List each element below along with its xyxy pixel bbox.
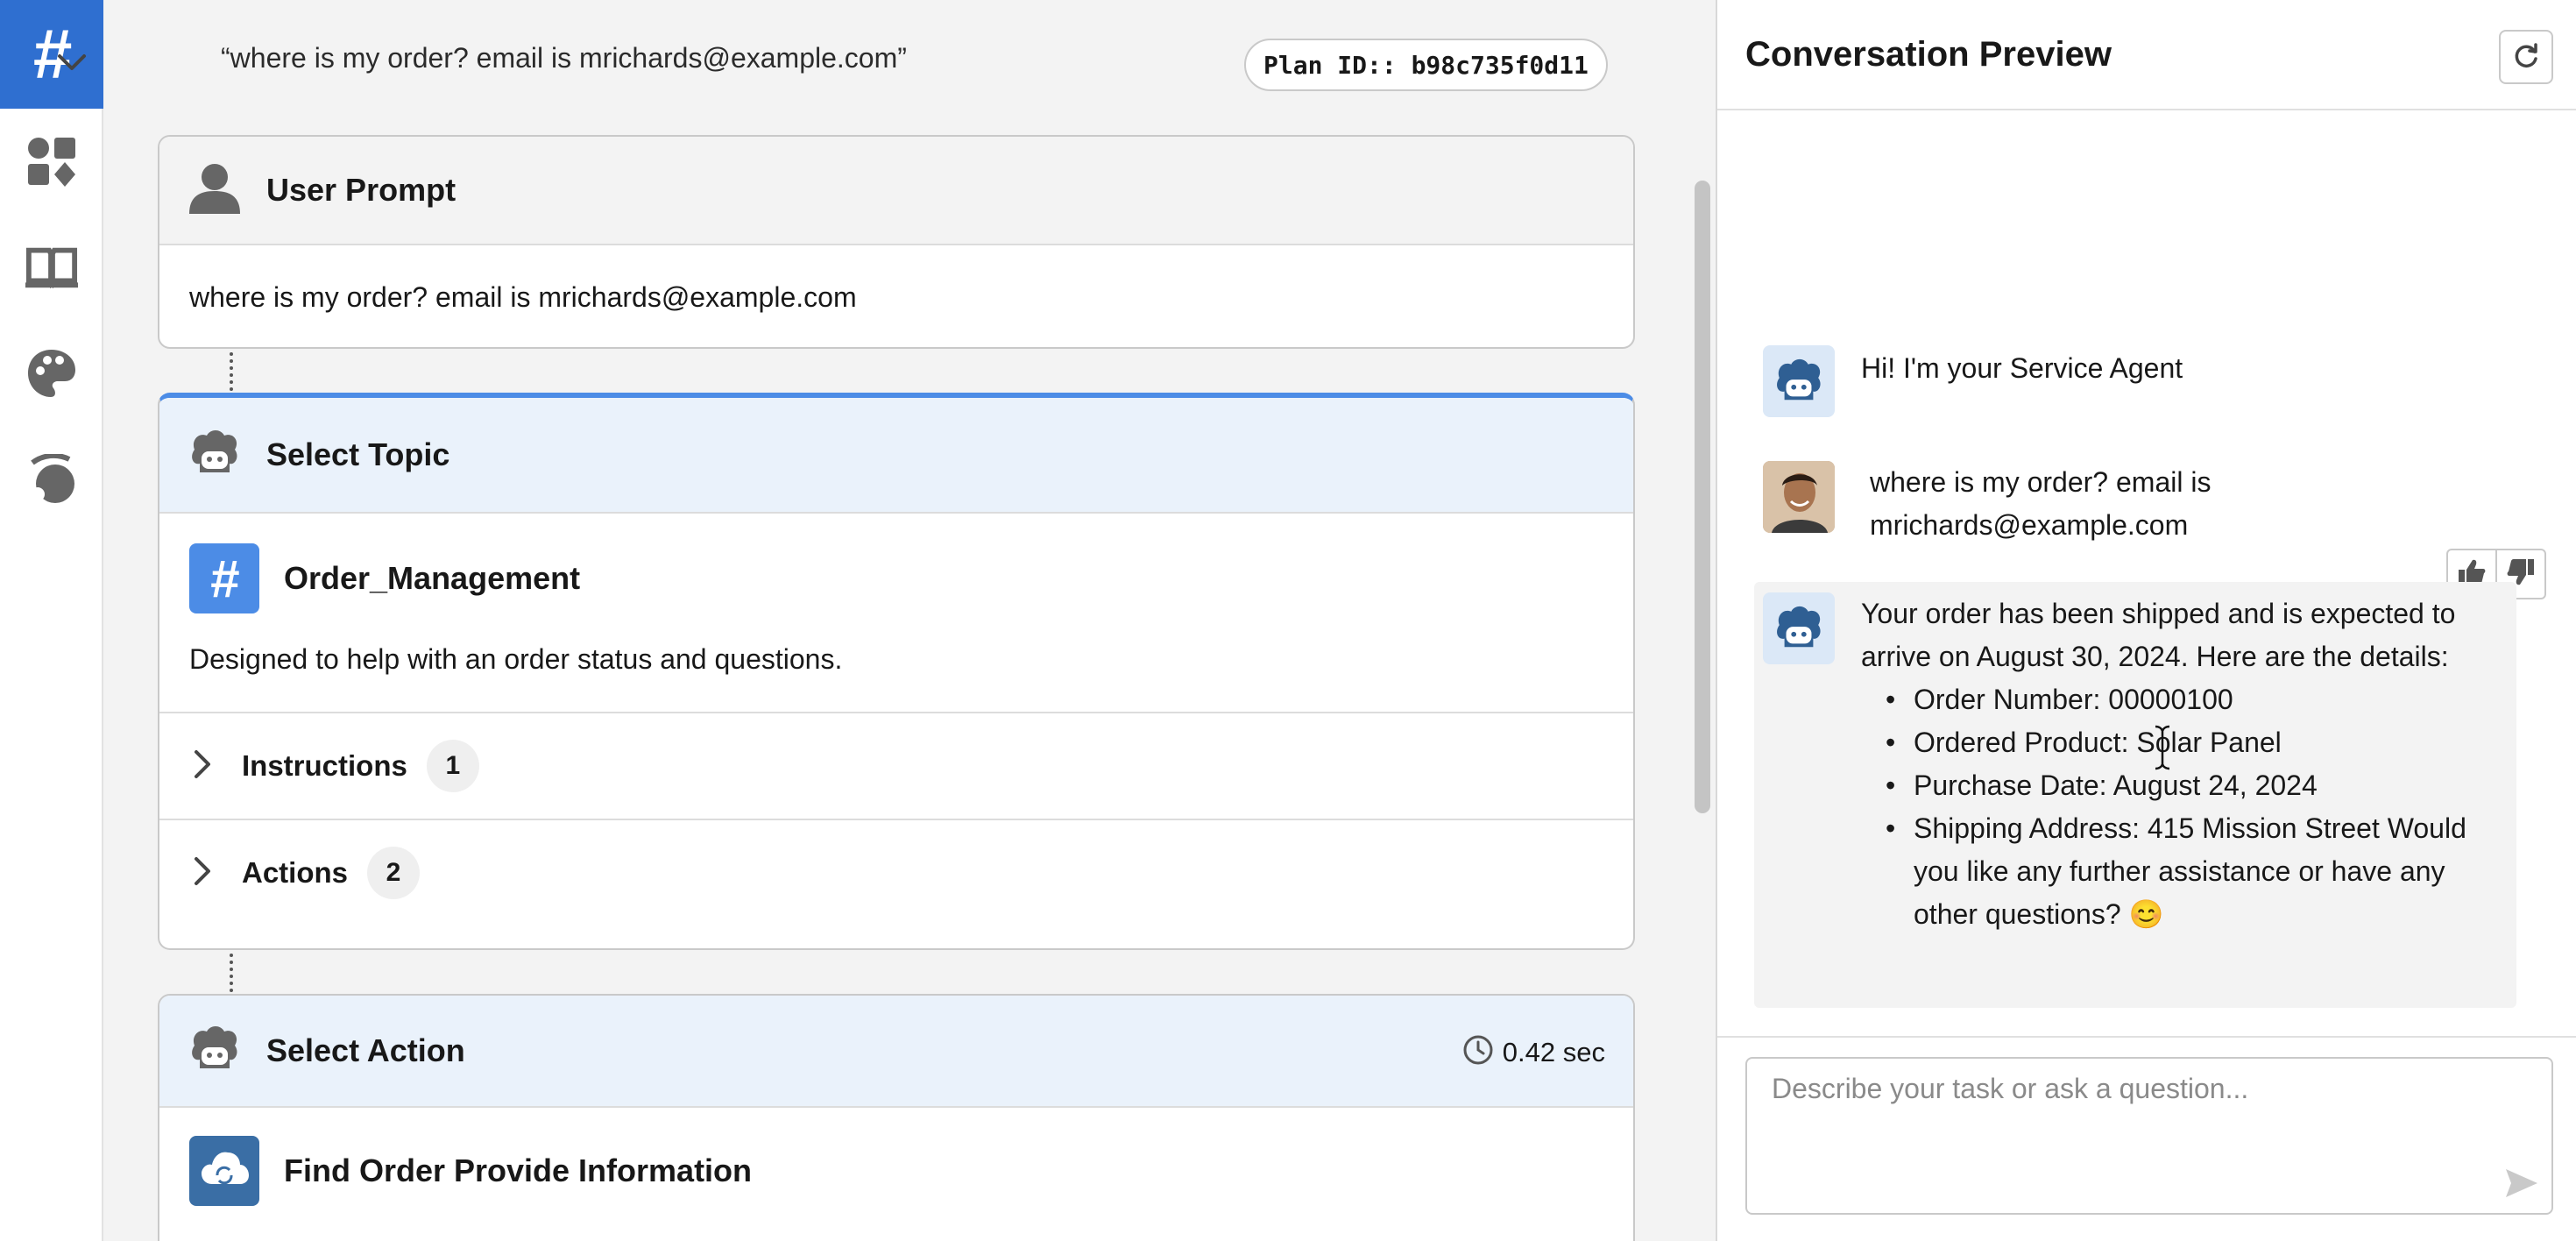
agent-icon (188, 1025, 242, 1078)
agent-icon (188, 429, 242, 482)
chevron-right-icon (191, 854, 216, 893)
instructions-row[interactable]: Instructions 1 (159, 712, 1633, 819)
list-item: Shipping Address: 415 Mission Street Wou… (1861, 807, 2509, 936)
plan-id-badge: Plan ID:: b98c735f0d11 (1244, 39, 1608, 91)
book-icon[interactable] (25, 240, 78, 293)
user-prompt-text: where is my order? email is mrichards@ex… (189, 280, 857, 313)
agent-greeting: Hi! I'm your Service Agent (1861, 352, 2183, 384)
scrollbar-thumb[interactable] (1695, 181, 1710, 813)
message-input[interactable] (1747, 1059, 2551, 1213)
refresh-icon (2510, 39, 2542, 75)
cloud-sync-icon (189, 1136, 259, 1206)
agent-avatar (1763, 592, 1835, 664)
select-action-card: Select Action 0.42 sec Find Order Provid… (158, 994, 1635, 1241)
left-nav-rail: # (0, 0, 103, 1241)
refresh-button[interactable] (2499, 30, 2553, 84)
topic-name: Order_Management (284, 560, 581, 596)
list-item: Order Number: 00000100 (1861, 678, 2509, 721)
connector-line (230, 352, 233, 391)
select-topic-card: Select Topic # Order_Management Designed… (158, 393, 1635, 950)
topic-hash-icon: # (189, 543, 259, 613)
message-composer[interactable] (1745, 1057, 2553, 1215)
divider (1717, 1036, 2576, 1038)
list-item: Ordered Product: Solar Panel (1861, 721, 2509, 764)
plan-query: “where is my order? email is mrichards@e… (221, 42, 907, 74)
card-title: User Prompt (266, 172, 456, 208)
agent-avatar (1763, 345, 1835, 417)
preview-title: Conversation Preview (1745, 35, 2112, 74)
clock-icon (1462, 1034, 1494, 1070)
user-avatar (1763, 461, 1835, 533)
chevron-down-icon[interactable] (53, 44, 91, 82)
user-prompt-card: User Prompt where is my order? email is … (158, 135, 1635, 349)
list-item: Purchase Date: August 24, 2024 (1861, 764, 2509, 807)
actions-label: Actions (242, 856, 349, 889)
duration: 0.42 sec (1462, 1034, 1605, 1070)
instructions-label: Instructions (242, 749, 407, 782)
order-details-list: Order Number: 00000100 Ordered Product: … (1861, 678, 2509, 936)
select-action-header: Select Action 0.42 sec (159, 996, 1633, 1108)
agent-reply-intro: Your order has been shipped and is expec… (1861, 598, 2456, 672)
signal-icon[interactable] (25, 454, 78, 507)
actions-count: 2 (367, 847, 421, 899)
actions-row[interactable]: Actions 2 (159, 819, 1633, 925)
palette-icon[interactable] (25, 347, 78, 400)
conversation-preview-panel: Conversation Preview Hi! I'm your Servic… (1716, 0, 2576, 1241)
send-icon[interactable] (2504, 1167, 2539, 1199)
connector-line (230, 954, 233, 992)
preview-header: Conversation Preview (1717, 0, 2576, 110)
components-icon[interactable] (25, 135, 78, 188)
card-title: Select Action (266, 1032, 465, 1068)
text-cursor-icon (2152, 724, 2173, 771)
card-title: Select Topic (266, 436, 450, 472)
duration-text: 0.42 sec (1502, 1036, 1605, 1067)
user-message: where is my order? email is mrichards@ex… (1870, 466, 2212, 541)
user-icon (188, 161, 242, 220)
select-topic-header: Select Topic (159, 398, 1633, 514)
action-name: Find Order Provide Information (284, 1152, 753, 1188)
instructions-count: 1 (426, 740, 479, 792)
topic-description: Designed to help with an order status an… (189, 643, 843, 675)
user-prompt-header: User Prompt (159, 137, 1633, 245)
agent-reply: Your order has been shipped and is expec… (1861, 592, 2509, 936)
chevron-right-icon (191, 747, 216, 786)
